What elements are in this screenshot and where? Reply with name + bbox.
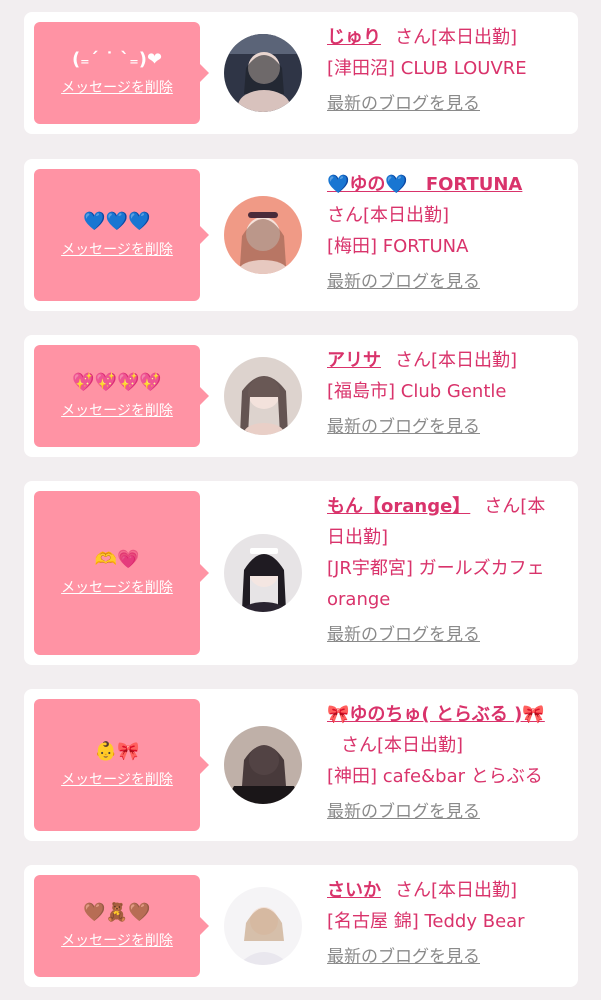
delete-message-link[interactable]: メッセージを削除: [61, 241, 173, 259]
avatar-photo: [224, 726, 302, 804]
shop-label: [福島市] Club Gentle: [327, 381, 507, 402]
message-text: 🤎🧸🤎: [83, 902, 151, 923]
message-card: 🤎🧸🤎 メッセージを削除 さいか さん[本日出勤] [名古屋 錦] Teddy B…: [24, 865, 578, 987]
message-text: 💙💙💙: [83, 211, 151, 232]
cast-name-link[interactable]: さいか: [327, 880, 381, 901]
avatar-photo: [224, 34, 302, 112]
avatar[interactable]: [224, 196, 302, 274]
card-info: アリサ さん[本日出勤] [福島市] Club Gentle 最新のブログを見る: [327, 345, 559, 442]
cast-name-link[interactable]: アリサ: [327, 350, 381, 371]
latest-blog-link[interactable]: 最新のブログを見る: [327, 92, 480, 116]
latest-blog-link[interactable]: 最新のブログを見る: [327, 623, 480, 647]
message-card: 🫶💗 メッセージを削除 もん【orange】 さん[本日出勤] [JR宇都宮] ガ…: [24, 481, 578, 665]
latest-blog-link[interactable]: 最新のブログを見る: [327, 945, 480, 969]
delete-message-link[interactable]: メッセージを削除: [61, 932, 173, 950]
avatar-photo: [224, 357, 302, 435]
message-bubble: 🫶💗 メッセージを削除: [34, 491, 209, 655]
shop-label: [JR宇都宮] ガールズカフェ orange: [327, 558, 545, 610]
avatar[interactable]: [224, 534, 302, 612]
shop-label: [名古屋 錦] Teddy Bear: [327, 911, 525, 932]
avatar[interactable]: [224, 726, 302, 804]
shop-label: [梅田] FORTUNA: [327, 236, 469, 257]
latest-blog-link[interactable]: 最新のブログを見る: [327, 800, 480, 824]
message-card: 💙💙💙 メッセージを削除 💙ゆの💙 FORTUNA さん[本日出勤] [梅田] …: [24, 159, 578, 311]
delete-message-link[interactable]: メッセージを削除: [61, 579, 173, 597]
card-info: 💙ゆの💙 FORTUNA さん[本日出勤] [梅田] FORTUNA 最新のブロ…: [327, 169, 559, 297]
message-list: (₌ˊ ˙ ˋ₌)❤ メッセージを削除 じゅり さん[本日出勤] [津田沼] CL…: [0, 0, 601, 1000]
avatar[interactable]: [224, 357, 302, 435]
cast-name-link[interactable]: 🎀ゆのちゅ( とらぶる )🎀: [327, 704, 545, 725]
attendance-label: さん[本日出勤]: [327, 205, 450, 226]
message-bubble: 💖💖💖💖 メッセージを削除: [34, 345, 209, 447]
cast-name-link[interactable]: もん【orange】: [327, 496, 470, 517]
shop-label: [神田] cafe&bar とらぶる: [327, 766, 543, 787]
avatar[interactable]: [224, 34, 302, 112]
message-text: (₌ˊ ˙ ˋ₌)❤: [71, 49, 163, 70]
attendance-label: さん[本日出勤]: [395, 27, 518, 48]
avatar-photo: [224, 534, 302, 612]
message-bubble: 👶🎀 メッセージを削除: [34, 699, 209, 831]
message-bubble: 💙💙💙 メッセージを削除: [34, 169, 209, 301]
attendance-label: さん[本日出勤]: [395, 880, 518, 901]
avatar-photo: [224, 887, 302, 965]
delete-message-link[interactable]: メッセージを削除: [61, 402, 173, 420]
message-text: 💖💖💖💖: [72, 372, 162, 393]
message-text: 👶🎀: [94, 741, 140, 762]
card-info: もん【orange】 さん[本日出勤] [JR宇都宮] ガールズカフェ orang…: [327, 491, 559, 650]
message-bubble: (₌ˊ ˙ ˋ₌)❤ メッセージを削除: [34, 22, 209, 124]
message-bubble: 🤎🧸🤎 メッセージを削除: [34, 875, 209, 977]
message-card: 💖💖💖💖 メッセージを削除 アリサ さん[本日出勤] [福島市] Club Gen…: [24, 335, 578, 457]
message-card: 👶🎀 メッセージを削除 🎀ゆのちゅ( とらぶる )🎀 さん[本日出勤] [神田] …: [24, 689, 578, 841]
attendance-label: さん[本日出勤]: [341, 735, 464, 756]
message-card: (₌ˊ ˙ ˋ₌)❤ メッセージを削除 じゅり さん[本日出勤] [津田沼] CL…: [24, 12, 578, 134]
message-text: 🫶💗: [94, 549, 140, 570]
delete-message-link[interactable]: メッセージを削除: [61, 771, 173, 789]
delete-message-link[interactable]: メッセージを削除: [61, 79, 173, 97]
card-info: さいか さん[本日出勤] [名古屋 錦] Teddy Bear 最新のブログを見る: [327, 875, 559, 972]
cast-name-link[interactable]: 💙ゆの💙 FORTUNA: [327, 174, 522, 195]
avatar-photo: [224, 196, 302, 274]
card-info: 🎀ゆのちゅ( とらぶる )🎀 さん[本日出勤] [神田] cafe&bar とらぶ…: [327, 699, 559, 827]
cast-name-link[interactable]: じゅり: [327, 27, 381, 48]
attendance-label: さん[本日出勤]: [395, 350, 518, 371]
latest-blog-link[interactable]: 最新のブログを見る: [327, 415, 480, 439]
card-info: じゅり さん[本日出勤] [津田沼] CLUB LOUVRE 最新のブログを見る: [327, 22, 559, 119]
shop-label: [津田沼] CLUB LOUVRE: [327, 58, 527, 79]
latest-blog-link[interactable]: 最新のブログを見る: [327, 270, 480, 294]
avatar[interactable]: [224, 887, 302, 965]
